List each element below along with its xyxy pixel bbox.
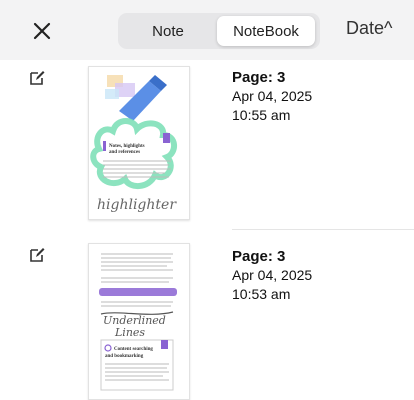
page-thumbnail[interactable]: Notes, highlights and references highlig… — [88, 66, 190, 220]
view-segmented-control: Note NoteBook — [118, 13, 320, 49]
item-date: Apr 04, 2025 — [232, 88, 313, 104]
tab-notebook[interactable]: NoteBook — [217, 16, 315, 46]
item-time: 10:55 am — [232, 107, 291, 123]
item-meta: Page: 3 Apr 04, 2025 10:53 am — [232, 247, 312, 304]
svg-text:Content searching: Content searching — [114, 347, 153, 352]
thumbnail-art: Notes, highlights and references highlig… — [90, 75, 177, 213]
edit-icon[interactable] — [29, 247, 45, 263]
close-icon — [33, 22, 51, 40]
svg-text:and bookmarking: and bookmarking — [105, 354, 144, 359]
page-number: Page: 3 — [232, 248, 286, 265]
thumbnail-art: Underlined Lines Content searching and b… — [99, 253, 177, 391]
svg-text:Lines: Lines — [114, 326, 145, 339]
item-time: 10:53 am — [232, 286, 291, 302]
list-item[interactable]: Underlined Lines Content searching and b… — [0, 235, 414, 400]
list-item[interactable]: Notes, highlights and references highlig… — [0, 62, 414, 222]
sort-by-date-button[interactable]: Date^ — [346, 18, 392, 39]
top-toolbar: Note NoteBook Date^ — [0, 0, 414, 60]
item-meta: Page: 3 Apr 04, 2025 10:55 am — [232, 68, 312, 125]
svg-text:highlighter: highlighter — [97, 197, 177, 213]
edit-icon[interactable] — [29, 70, 45, 86]
item-date: Apr 04, 2025 — [232, 267, 313, 283]
page-number: Page: 3 — [232, 69, 286, 86]
divider — [232, 229, 414, 230]
svg-text:Notes, highlights: Notes, highlights — [109, 144, 145, 149]
tab-note[interactable]: Note — [122, 16, 214, 46]
close-button[interactable] — [22, 14, 62, 48]
svg-text:and references: and references — [109, 150, 140, 155]
page-thumbnail[interactable]: Underlined Lines Content searching and b… — [88, 243, 190, 400]
